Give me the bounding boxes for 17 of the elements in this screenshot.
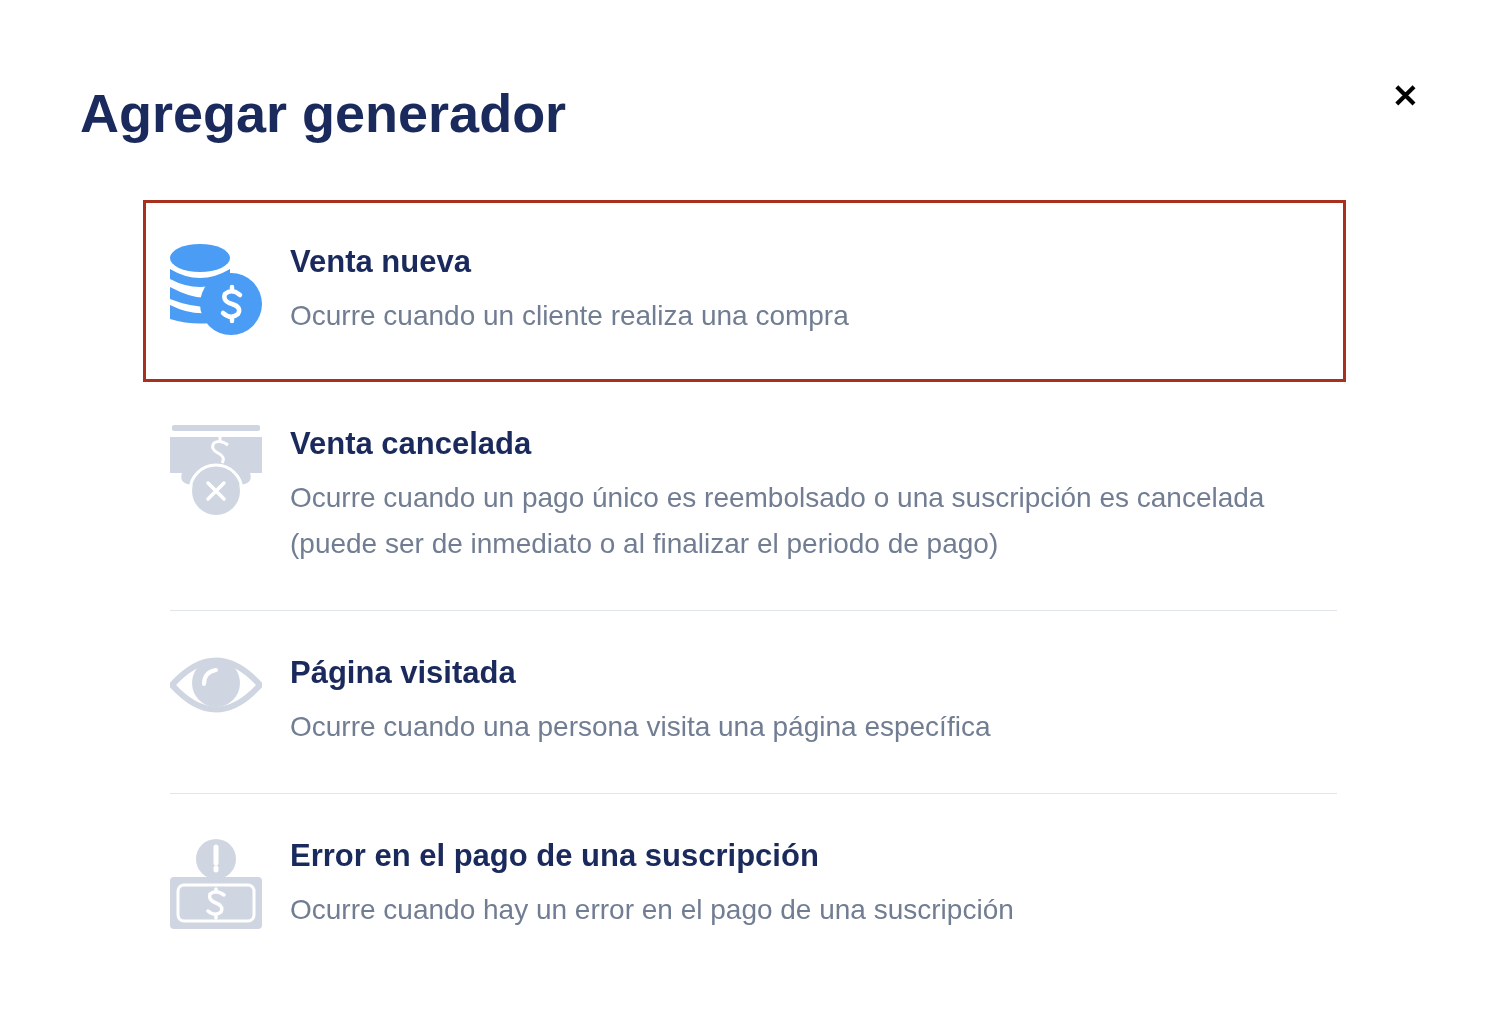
trigger-option[interactable]: Venta nueva Ocurre cuando un cliente realiza una compra bbox=[143, 200, 1346, 382]
dialog-title: Agregar generador bbox=[80, 82, 567, 144]
trigger-description: Ocurre cuando un cliente realiza una compra bbox=[290, 299, 849, 333]
trigger-option[interactable]: Página visitada Ocurre cuando una persona visita una página específica bbox=[143, 611, 1346, 793]
coins-icon bbox=[170, 243, 262, 335]
trigger-title: Venta nueva bbox=[290, 243, 473, 281]
trigger-title: Venta cancelada bbox=[290, 425, 533, 463]
close-button[interactable]: ✕ bbox=[1388, 76, 1422, 116]
cancelled-money-icon bbox=[170, 425, 262, 517]
trigger-option[interactable]: Venta cancelada Ocurre cuando un pago único es reembolsado o una suscripción es cancelada (puede ser de inmediato o al finalizar el periodo de pago) bbox=[143, 382, 1346, 610]
trigger-description: Ocurre cuando un pago único es reembolsado o una suscripción es cancelada (puede ser de inmediato o al finalizar el periodo de pago) bbox=[290, 481, 1266, 561]
trigger-description: Ocurre cuando hay un error en el pago de una suscripción bbox=[290, 893, 1014, 927]
trigger-title: Página visitada bbox=[290, 654, 517, 692]
money-alert-icon bbox=[170, 837, 262, 929]
trigger-title: Error en el pago de una suscripción bbox=[290, 837, 820, 875]
trigger-option[interactable]: Error en el pago de una suscripción Ocurre cuando hay un error en el pago de una suscripción bbox=[143, 794, 1346, 976]
trigger-description: Ocurre cuando una persona visita una página específica bbox=[290, 710, 991, 744]
